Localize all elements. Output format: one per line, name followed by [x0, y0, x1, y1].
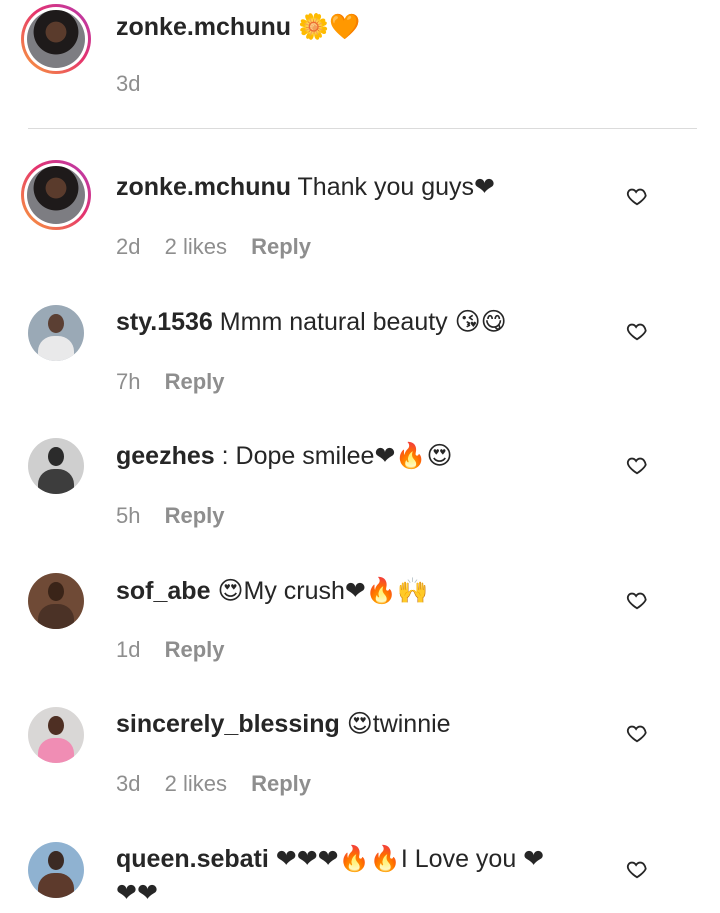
likes-count[interactable]: 2 likes	[165, 234, 227, 259]
avatar[interactable]	[28, 842, 84, 898]
timestamp: 3d	[116, 771, 141, 796]
avatar[interactable]	[28, 573, 84, 629]
heart-outline-icon[interactable]	[626, 320, 648, 342]
comment-body: Mmm natural beauty 😘😋	[219, 308, 507, 336]
comment-meta: 3d 2 likes Reply	[116, 770, 329, 798]
avatar[interactable]	[28, 438, 84, 494]
username[interactable]: zonke.mchunu	[116, 13, 291, 41]
reply-button[interactable]: Reply	[165, 369, 225, 394]
likes-count[interactable]: 2 likes	[165, 771, 227, 796]
timestamp: 7h	[116, 369, 141, 394]
username[interactable]: queen.sebati	[116, 845, 269, 873]
heart-outline-icon[interactable]	[626, 454, 648, 476]
reply-button[interactable]: Reply	[165, 503, 225, 528]
avatar[interactable]	[21, 160, 91, 230]
comment-text: queen.sebati ❤❤❤🔥🔥I Love you ❤	[116, 842, 544, 876]
reply-button[interactable]: Reply	[251, 234, 311, 259]
comment-body-line2: ❤❤	[116, 879, 158, 907]
timestamp: 3d	[116, 71, 141, 96]
avatar[interactable]	[21, 4, 91, 74]
username[interactable]: sty.1536	[116, 308, 213, 336]
comment-meta: 7h Reply	[116, 368, 243, 396]
comment-text-continued: ❤❤	[116, 876, 158, 910]
reply-button[interactable]: Reply	[165, 637, 225, 662]
heart-outline-icon[interactable]	[626, 858, 648, 880]
comment-text: sincerely_blessing 😍twinnie	[116, 707, 451, 741]
username[interactable]: geezhes	[116, 442, 215, 470]
timestamp: 1d	[116, 637, 141, 662]
avatar[interactable]	[28, 707, 84, 763]
heart-outline-icon[interactable]	[626, 185, 648, 207]
comment-body: 😍My crush❤🔥🙌	[217, 577, 429, 605]
reply-button[interactable]: Reply	[251, 771, 311, 796]
heart-outline-icon[interactable]	[626, 722, 648, 744]
heart-outline-icon[interactable]	[626, 589, 648, 611]
comment-body: 😍twinnie	[346, 710, 451, 738]
timestamp: 5h	[116, 503, 141, 528]
comment-body: ❤❤❤🔥🔥I Love you ❤	[275, 845, 545, 873]
caption-text: zonke.mchunu 🌼🧡	[116, 10, 360, 44]
comment-meta: 5h Reply	[116, 502, 243, 530]
avatar[interactable]	[28, 305, 84, 361]
comment-text: geezhes : Dope smilee❤🔥😍	[116, 439, 453, 473]
timestamp: 2d	[116, 234, 141, 259]
caption-body: 🌼🧡	[297, 12, 361, 41]
username[interactable]: sof_abe	[116, 577, 210, 605]
divider	[28, 128, 697, 129]
comment-body: : Dope smilee❤🔥😍	[214, 442, 453, 470]
comment-meta: 2d 2 likes Reply	[116, 233, 329, 261]
comment-text: sof_abe 😍My crush❤🔥🙌	[116, 574, 428, 608]
caption-meta: 3d	[116, 70, 158, 98]
comment-body: Thank you guys❤	[297, 173, 495, 201]
username[interactable]: zonke.mchunu	[116, 173, 291, 201]
comment-text: sty.1536 Mmm natural beauty 😘😋	[116, 305, 507, 339]
comment-meta: 1d Reply	[116, 636, 243, 664]
comment-text: zonke.mchunu Thank you guys❤	[116, 170, 495, 204]
username[interactable]: sincerely_blessing	[116, 710, 340, 738]
